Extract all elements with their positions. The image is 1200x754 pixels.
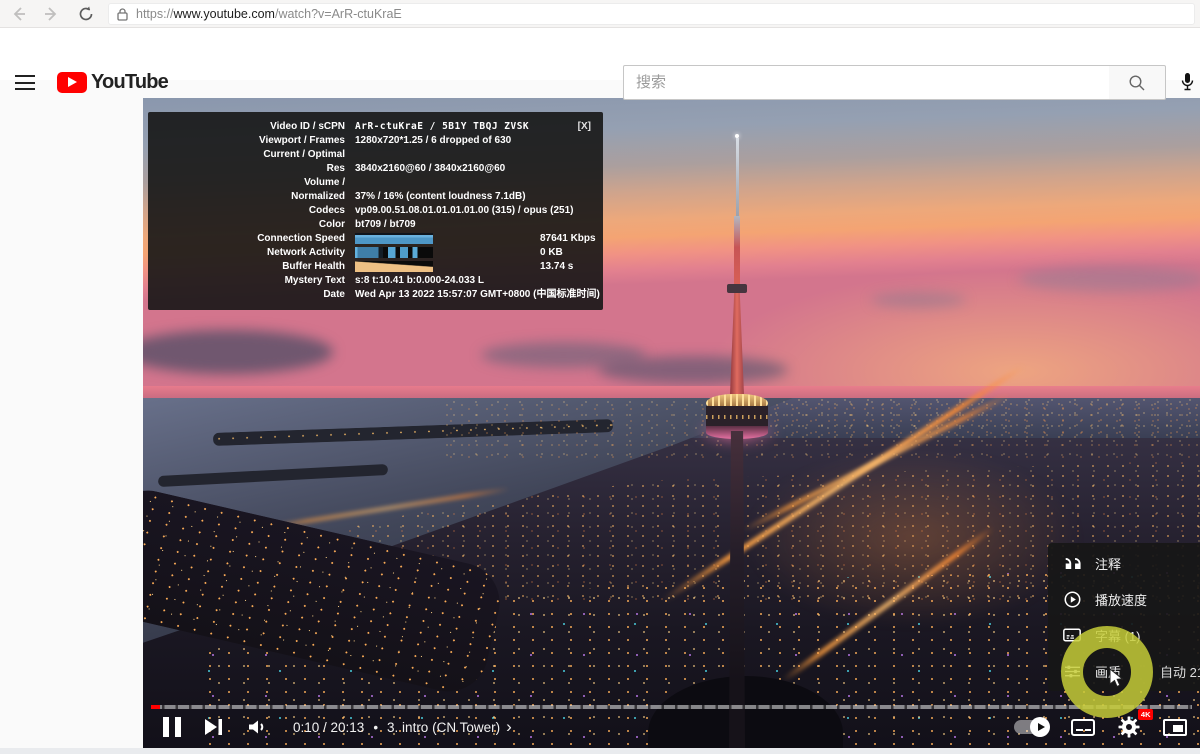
- mic-button[interactable]: [1174, 69, 1200, 95]
- url-bar[interactable]: https://www.youtube.com/watch?v=ArR-ctuK…: [108, 3, 1195, 25]
- buffer-health-graph: [355, 261, 433, 272]
- stats-row: DateWed Apr 13 2022 15:57:07 GMT+0800 (中…: [158, 288, 593, 302]
- forward-icon[interactable]: [43, 5, 61, 23]
- chapter-label: 3. intro (CN Tower): [387, 720, 500, 735]
- autoplay-toggle[interactable]: [1014, 720, 1048, 734]
- progress-bar-played: [151, 705, 160, 709]
- cloud: [871, 292, 966, 308]
- youtube-logo[interactable]: YouTube: [57, 71, 168, 94]
- playback-speed-icon: [1062, 589, 1082, 609]
- pause-button[interactable]: [163, 717, 181, 737]
- hamburger-menu-icon[interactable]: [15, 75, 35, 90]
- stats-row: Viewport / Frames1280x720*1.25 / 6 dropp…: [158, 134, 593, 148]
- search-button[interactable]: [1109, 65, 1166, 100]
- tower-antenna-lower: [734, 216, 740, 286]
- chapter-chevron-icon: ›: [506, 717, 512, 737]
- mouse-cursor: [1109, 668, 1124, 689]
- autoplay-play-icon: [1030, 717, 1050, 737]
- connection-speed-graph: [355, 233, 433, 244]
- youtube-play-icon: [57, 72, 87, 93]
- tower-lower-shaft: [729, 431, 745, 748]
- volume-button[interactable]: [247, 718, 269, 736]
- subtitles-button[interactable]: [1071, 719, 1095, 736]
- annotations-icon: [1062, 553, 1082, 573]
- pause-icon: [163, 717, 181, 737]
- tower-skypod: [727, 284, 747, 293]
- tower-antenna: [736, 138, 739, 218]
- volume-icon: [247, 718, 269, 736]
- stats-row: Codecsvp09.00.51.08.01.01.01.01.00 (315)…: [158, 204, 593, 218]
- back-icon[interactable]: [9, 5, 27, 23]
- click-highlight-ring: [1061, 626, 1153, 718]
- next-button[interactable]: [203, 717, 225, 737]
- youtube-logo-text: YouTube: [91, 71, 168, 94]
- quality-4k-badge: 4K: [1138, 709, 1153, 720]
- search-input[interactable]: [623, 65, 1110, 100]
- progress-bar[interactable]: [151, 705, 1192, 709]
- video-frame[interactable]: [X] Video ID / sCPNArR-ctuKraE / 5B1Y TB…: [143, 98, 1200, 748]
- stats-row: Res3840x2160@60 / 3840x2160@60: [158, 162, 593, 176]
- url-text: https://www.youtube.com/watch?v=ArR-ctuK…: [136, 7, 402, 21]
- skip-next-icon: [203, 717, 225, 737]
- stats-row: Colorbt709 / bt709: [158, 218, 593, 232]
- chapter-title[interactable]: • 3. intro (CN Tower) ›: [373, 717, 511, 737]
- miniplayer-button[interactable]: [1163, 719, 1187, 736]
- stats-row: Normalized37% / 16% (content loudness 7.…: [158, 190, 593, 204]
- menu-item-annotations[interactable]: 注释: [1048, 545, 1200, 581]
- youtube-masthead: YouTube: [0, 28, 1200, 80]
- stats-row: Video ID / sCPNArR-ctuKraE / 5B1Y TBQJ Z…: [158, 120, 593, 134]
- settings-button[interactable]: 4K: [1118, 716, 1140, 738]
- player-controls-left: 0:10 / 20:13 • 3. intro (CN Tower) ›: [163, 710, 512, 744]
- gear-icon: [1118, 716, 1140, 738]
- downtown-glow: [743, 448, 1083, 628]
- menu-item-label: 播放速度: [1095, 590, 1147, 609]
- page-background-strip: [0, 748, 1200, 754]
- quality-current-value: 自动 21: [1160, 662, 1200, 681]
- lock-icon: [117, 8, 128, 21]
- stats-row: Current / Optimal: [158, 148, 593, 162]
- menu-item-playback-speed[interactable]: 播放速度: [1048, 581, 1200, 617]
- stats-for-nerds-panel: [X] Video ID / sCPNArR-ctuKraE / 5B1Y TB…: [148, 112, 603, 310]
- stats-row: Volume /: [158, 176, 593, 190]
- reload-icon[interactable]: [77, 5, 95, 23]
- network-activity-graph: [355, 247, 433, 258]
- menu-item-label: 注释: [1095, 554, 1121, 573]
- browser-toolbar: https://www.youtube.com/watch?v=ArR-ctuK…: [0, 0, 1200, 28]
- chapter-separator: •: [373, 720, 378, 735]
- stats-row-network-activity: Network Activity0 KB: [158, 246, 593, 260]
- stats-row-buffer-health: Buffer Health13.74 s: [158, 260, 593, 274]
- cloud: [1018, 266, 1200, 292]
- time-display: 0:10 / 20:13: [293, 720, 364, 735]
- search-icon: [1128, 74, 1146, 92]
- stats-row: Mystery Texts:8 t:10.41 b:0.000-24.033 L: [158, 274, 593, 288]
- cloud: [598, 356, 788, 384]
- stats-row-connection-speed: Connection Speed87641 Kbps: [158, 232, 593, 246]
- mic-icon: [1180, 72, 1195, 92]
